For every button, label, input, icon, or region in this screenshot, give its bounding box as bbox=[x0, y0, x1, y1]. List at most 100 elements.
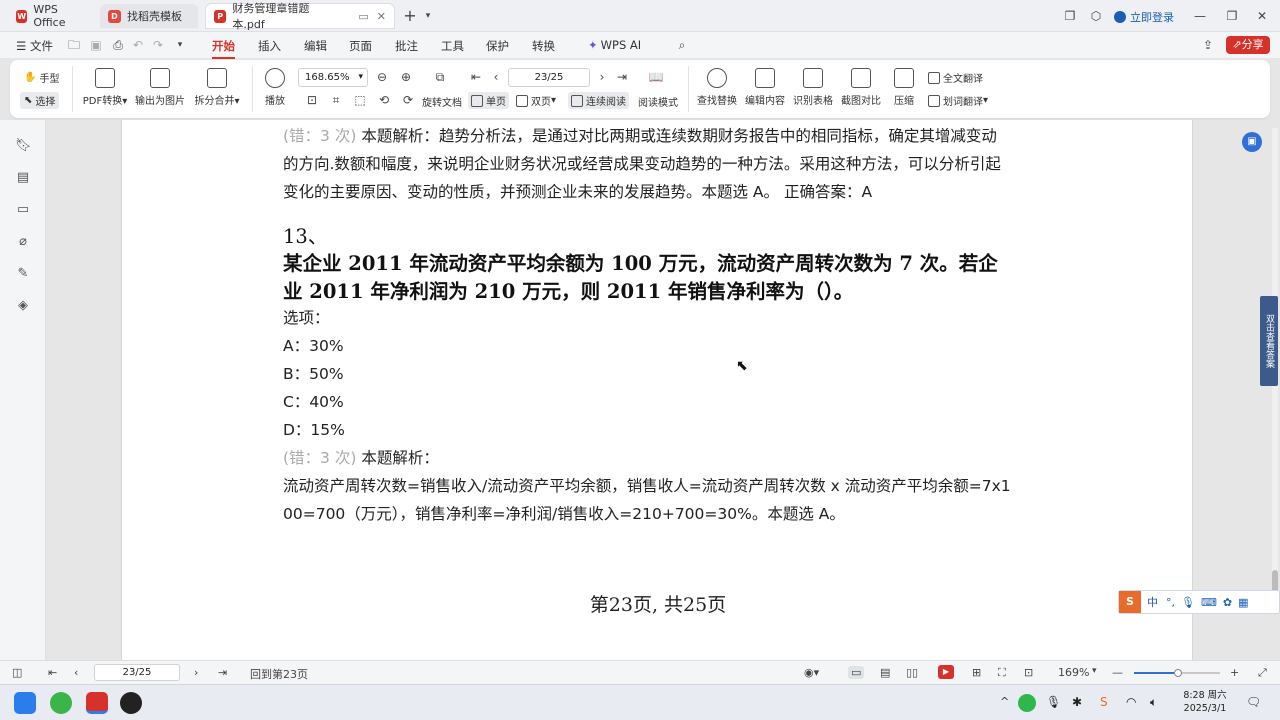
skin-icon[interactable]: ✿ bbox=[1223, 596, 1232, 609]
fit-page-icon[interactable]: ⛶ bbox=[998, 666, 1006, 680]
layers-icon[interactable]: ◈ bbox=[15, 298, 31, 314]
new-tab-icon[interactable]: + bbox=[402, 8, 418, 24]
edit-content-button[interactable]: 编辑内容 bbox=[744, 68, 786, 107]
tab-pdf-document[interactable]: P 财务管理章错题本.pdf ▭ ✕ bbox=[206, 2, 394, 31]
export-image-button[interactable]: 输出为图片 bbox=[134, 68, 186, 107]
zoom-out-icon[interactable]: ⊖ bbox=[374, 69, 390, 85]
last-page-icon[interactable]: ⇥ bbox=[218, 666, 227, 679]
sogou-tray-icon[interactable]: S bbox=[1100, 695, 1108, 709]
wechat-icon[interactable] bbox=[1018, 694, 1036, 712]
fit-width-icon[interactable]: ⬚ bbox=[352, 92, 368, 108]
first-page-icon[interactable]: ⇤ bbox=[468, 69, 484, 85]
menu-edit[interactable]: 编辑 bbox=[304, 38, 327, 54]
bookmark-icon[interactable]: 🔖︎ bbox=[15, 138, 32, 154]
print-icon[interactable]: ⎙ bbox=[110, 37, 126, 53]
close-icon[interactable]: ✕ bbox=[377, 10, 386, 23]
close-window-icon[interactable]: ✕ bbox=[1254, 8, 1270, 24]
find-replace-button[interactable]: 查找替换 bbox=[696, 68, 738, 107]
zoom-in-icon[interactable]: ⊕ bbox=[398, 69, 414, 85]
menu-annotate[interactable]: 批注 bbox=[395, 38, 418, 54]
menu-insert[interactable]: 插入 bbox=[258, 38, 281, 54]
pdf-convert-button[interactable]: PDF转换▾ bbox=[82, 68, 128, 107]
menu-page[interactable]: 页面 bbox=[349, 38, 372, 54]
window-layout-icon[interactable]: ❐ bbox=[1062, 8, 1078, 24]
rotate-right-icon[interactable]: ⟳ bbox=[400, 92, 416, 108]
clock[interactable]: 8:28 周六 2025/3/1 bbox=[1180, 689, 1230, 715]
read-mode-icon[interactable]: 📖 bbox=[648, 69, 664, 85]
actual-size-icon[interactable]: ⊡ bbox=[304, 92, 320, 108]
comment-icon[interactable]: ▭ bbox=[15, 202, 31, 218]
menu-wps-ai[interactable]: ✦ WPS AI bbox=[588, 38, 641, 52]
undo-icon[interactable]: ↶ bbox=[130, 37, 146, 53]
next-page-icon[interactable]: › bbox=[594, 69, 610, 85]
fit-page-icon[interactable]: ⧉ bbox=[432, 69, 448, 85]
signature-icon[interactable]: ✎ bbox=[15, 266, 31, 282]
continuous-read-button[interactable]: 连续阅读 bbox=[568, 92, 629, 109]
tab-docer[interactable]: D 找稻壳模板 bbox=[100, 4, 198, 28]
play-button[interactable]: 播放 bbox=[260, 68, 290, 107]
cloud-upload-icon[interactable]: ⇪ bbox=[1200, 37, 1216, 53]
document-canvas[interactable]: (错：3 次) 本题解析：趋势分析法，是通过对比两期或连续数期财务报告中的相同指… bbox=[46, 120, 1280, 660]
punctuation-icon[interactable]: °, bbox=[1166, 596, 1175, 609]
redo-icon[interactable]: ↷ bbox=[150, 37, 166, 53]
single-page-button[interactable]: 单页 bbox=[468, 92, 509, 109]
word-translate-button[interactable]: 划词翻译 ▾ bbox=[928, 93, 988, 108]
obs-icon[interactable] bbox=[120, 692, 142, 714]
attachment-icon[interactable]: ⌀ bbox=[15, 234, 31, 250]
chevron-down-icon[interactable]: ▾ bbox=[1092, 666, 1097, 676]
ime-mode[interactable]: 中 bbox=[1147, 594, 1158, 610]
crop-icon[interactable]: ⌗ bbox=[328, 92, 344, 108]
sidebar-toggle-icon[interactable]: ◫ bbox=[12, 666, 22, 679]
page-number-input[interactable]: 23/25 bbox=[508, 68, 590, 87]
zoom-in-icon[interactable]: + bbox=[1230, 666, 1239, 679]
full-translate-button[interactable]: 全文翻译 bbox=[928, 70, 983, 85]
browser-icon[interactable] bbox=[50, 692, 72, 714]
toolbox-icon[interactable]: ▦ bbox=[1238, 596, 1248, 609]
zoom-out-icon[interactable]: — bbox=[1112, 666, 1123, 679]
menu-convert[interactable]: 转换 bbox=[532, 38, 555, 54]
goto-page-link[interactable]: 回到第23页 bbox=[250, 666, 308, 682]
save-icon[interactable]: ▣ bbox=[88, 37, 104, 53]
cube-icon[interactable]: ⬡ bbox=[1088, 8, 1104, 24]
continuous-view-icon[interactable]: ▤ bbox=[880, 666, 890, 679]
fit-width-icon[interactable]: ⊞ bbox=[972, 666, 981, 679]
first-page-icon[interactable]: ⇤ bbox=[48, 666, 57, 679]
notification-icon[interactable]: 🗨︎ bbox=[1246, 695, 1261, 709]
double-page-button[interactable]: 双页 ▾ bbox=[516, 93, 556, 108]
windows-start-icon[interactable] bbox=[14, 692, 36, 714]
zoom-select[interactable]: 168.65% ▾ bbox=[298, 68, 368, 87]
expand-icon[interactable]: ⤢ bbox=[1258, 666, 1267, 680]
next-page-icon[interactable]: › bbox=[194, 666, 198, 679]
microphone-icon[interactable]: 🎙︎ bbox=[1181, 596, 1195, 609]
minimize-icon[interactable]: — bbox=[1192, 8, 1208, 24]
keyboard-icon[interactable]: ⌨ bbox=[1201, 596, 1217, 609]
restore-icon[interactable]: ❐ bbox=[1224, 8, 1240, 24]
hand-tool-button[interactable]: ✋ 手型 bbox=[24, 70, 59, 85]
tab-pin-icon[interactable]: ▭ bbox=[358, 10, 368, 23]
screenshot-compare-button[interactable]: 截图对比 bbox=[840, 68, 882, 107]
eye-protect-icon[interactable]: ◉▾ bbox=[804, 666, 819, 679]
double-page-view-icon[interactable]: ▯▯ bbox=[906, 666, 918, 679]
tab-wps-office[interactable]: W WPS Office bbox=[8, 3, 94, 29]
chevron-up-icon[interactable]: ^ bbox=[1000, 695, 1009, 708]
wifi-icon[interactable]: ◠ bbox=[1126, 695, 1136, 709]
open-folder-icon[interactable]: 🗀 bbox=[66, 37, 82, 53]
zoom-slider[interactable] bbox=[1134, 669, 1220, 677]
chevron-down-icon[interactable]: ▾ bbox=[420, 8, 436, 24]
zoom-value[interactable]: 169% bbox=[1058, 666, 1089, 679]
recognize-table-button[interactable]: 识别表格 bbox=[792, 68, 834, 107]
network-icon[interactable]: ✱ bbox=[1072, 695, 1082, 709]
side-answer-widget[interactable]: 双击查看答案 bbox=[1260, 296, 1278, 386]
zoom-slider-handle[interactable] bbox=[1174, 669, 1182, 677]
login-button[interactable]: 立即登录 bbox=[1114, 9, 1174, 25]
last-page-icon[interactable]: ⇥ bbox=[614, 69, 630, 85]
prev-page-icon[interactable]: ‹ bbox=[74, 666, 78, 679]
volume-icon[interactable]: 🔈︎ bbox=[1150, 695, 1157, 710]
status-page-input[interactable]: 23/25 bbox=[94, 664, 180, 681]
menu-home[interactable]: 开始 bbox=[212, 38, 235, 59]
menu-protect[interactable]: 保护 bbox=[486, 38, 509, 54]
play-icon[interactable]: ▶ bbox=[938, 665, 954, 679]
wps-taskbar-icon[interactable] bbox=[86, 692, 108, 714]
prev-page-icon[interactable]: ‹ bbox=[488, 69, 504, 85]
chevron-down-icon[interactable]: ▾ bbox=[172, 37, 188, 53]
